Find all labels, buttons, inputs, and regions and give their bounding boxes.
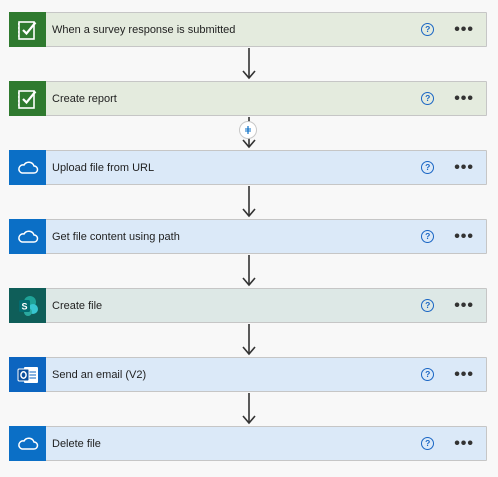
onedrive-cloud-icon — [9, 150, 46, 185]
step-label: Create report — [52, 92, 117, 105]
more-options-button[interactable]: ••• — [454, 366, 474, 382]
step-label: Create file — [52, 299, 103, 312]
flow-step-get-file-content[interactable]: Get file content using path ? ••• — [9, 219, 487, 254]
step-label: Get file content using path — [52, 230, 180, 243]
more-options-button[interactable]: ••• — [454, 159, 474, 175]
help-icon[interactable]: ? — [421, 299, 435, 312]
more-options-button[interactable]: ••• — [454, 90, 474, 106]
step-label: Send an email (V2) — [52, 368, 147, 381]
flow-step-survey-response[interactable]: When a survey response is submitted ? ••… — [9, 12, 487, 47]
connector-arrow — [242, 255, 256, 287]
more-options-button[interactable]: ••• — [454, 21, 474, 37]
flow-step-create-file[interactable]: S Create file ? ••• — [9, 288, 487, 323]
more-options-button[interactable]: ••• — [454, 435, 474, 451]
more-options-button[interactable]: ••• — [454, 228, 474, 244]
help-icon[interactable]: ? — [421, 23, 435, 36]
help-icon[interactable]: ? — [421, 437, 435, 450]
flow-step-send-email[interactable]: Send an email (V2) ? ••• — [9, 357, 487, 392]
connector-arrow — [242, 186, 256, 218]
onedrive-cloud-icon — [9, 219, 46, 254]
help-icon[interactable]: ? — [421, 230, 435, 243]
flow-step-create-report[interactable]: Create report ? ••• — [9, 81, 487, 116]
step-label: Upload file from URL — [52, 161, 155, 174]
connector-arrow — [242, 48, 256, 80]
forms-icon — [9, 81, 46, 116]
help-icon[interactable]: ? — [421, 368, 435, 381]
onedrive-cloud-icon — [9, 426, 46, 461]
connector-arrow — [242, 324, 256, 356]
forms-icon — [9, 12, 46, 47]
svg-text:S: S — [21, 301, 27, 311]
sharepoint-icon: S — [9, 288, 46, 323]
insert-icon — [245, 126, 251, 134]
flow-step-delete-file[interactable]: Delete file ? ••• — [9, 426, 487, 461]
outlook-icon — [9, 357, 46, 392]
more-options-button[interactable]: ••• — [454, 297, 474, 313]
connector-arrow — [242, 393, 256, 425]
insert-step-button[interactable] — [239, 121, 257, 139]
help-icon[interactable]: ? — [421, 161, 435, 174]
help-icon[interactable]: ? — [421, 92, 435, 105]
flow-step-upload-file[interactable]: Upload file from URL ? ••• — [9, 150, 487, 185]
step-label: Delete file — [52, 437, 101, 450]
step-label: When a survey response is submitted — [52, 23, 236, 36]
